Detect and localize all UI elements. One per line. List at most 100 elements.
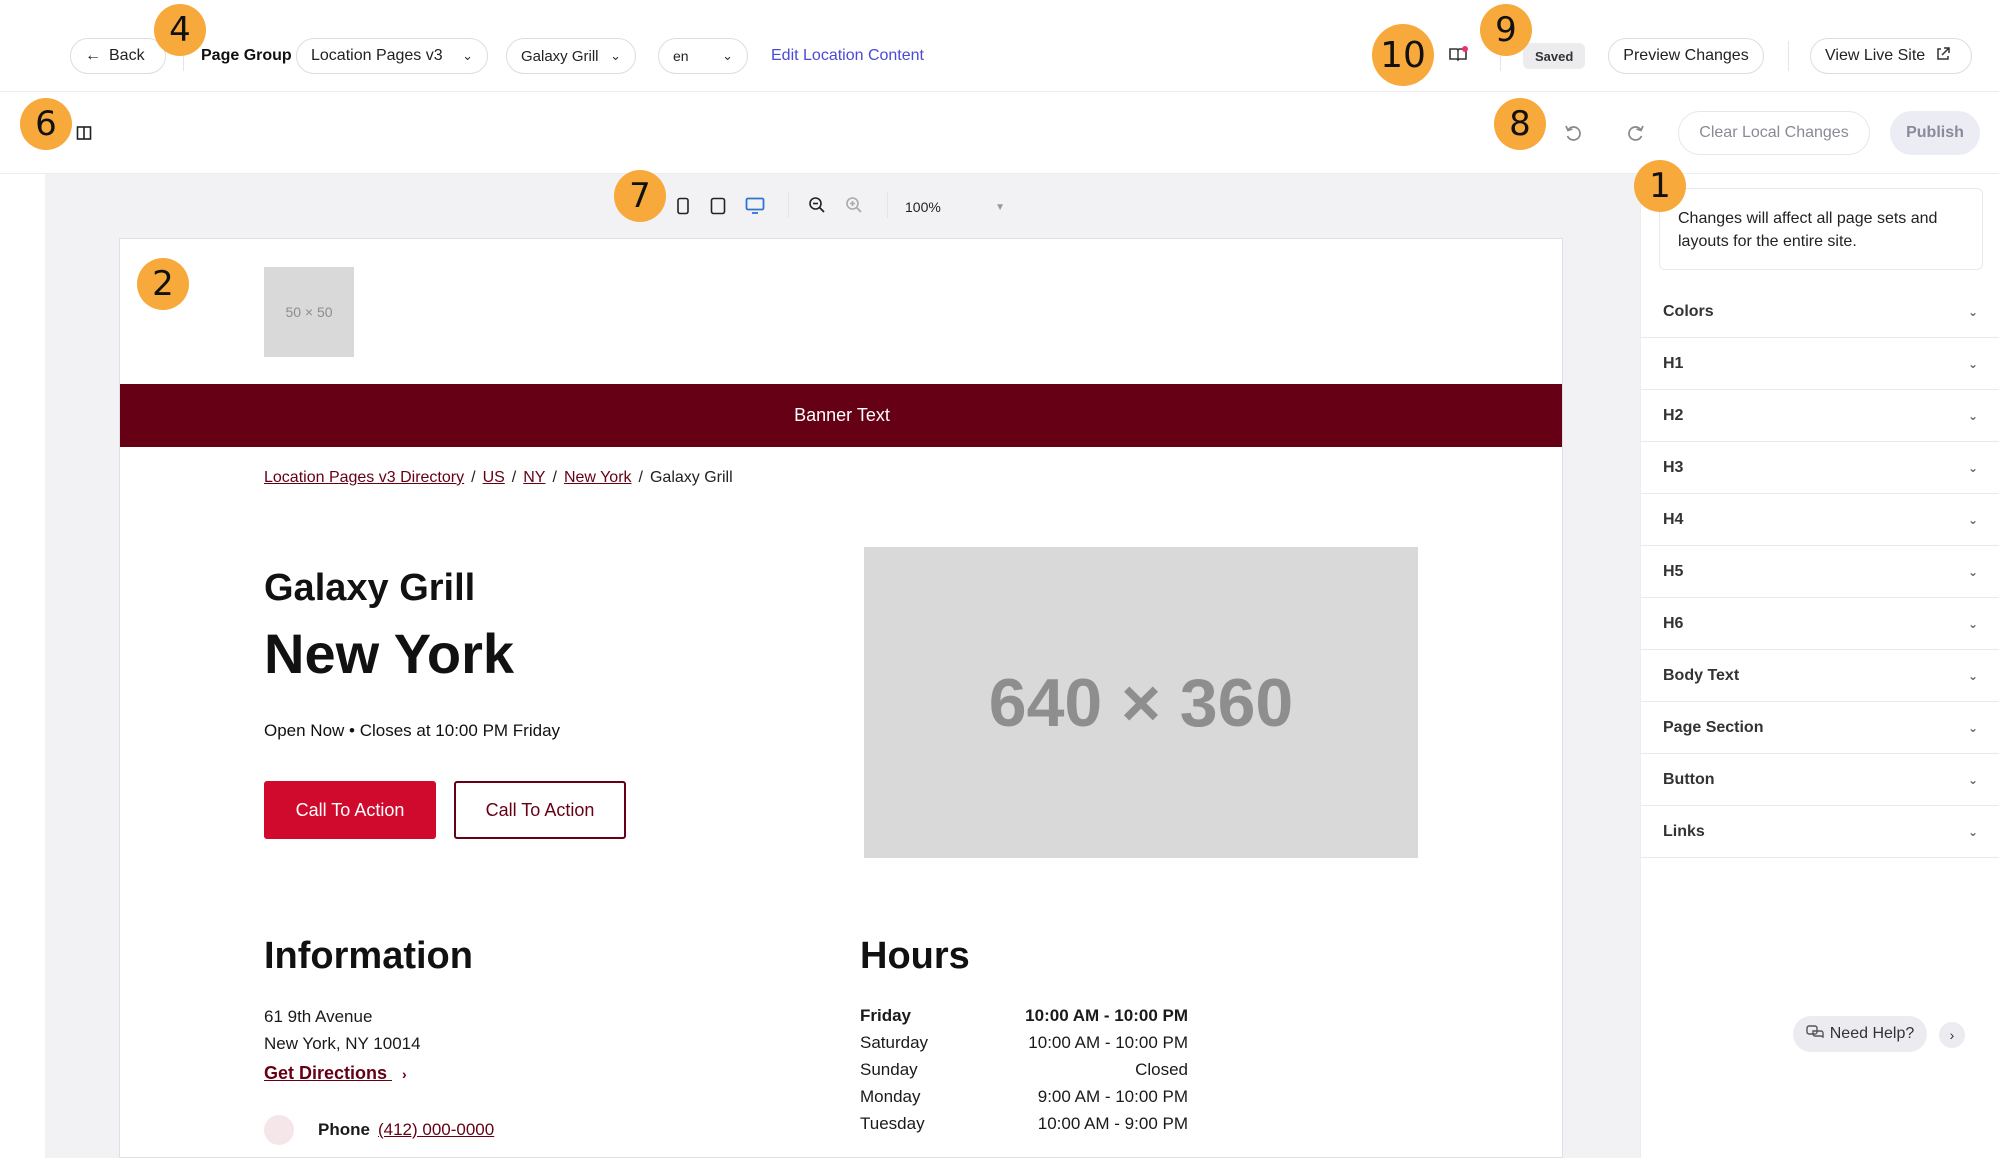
mobile-view-icon[interactable] <box>676 197 690 220</box>
accordion-body-text[interactable]: Body Text ⌄ <box>1641 650 1999 702</box>
canvas-toolbar: 100% ▼ <box>45 174 1640 238</box>
hours-row: Friday 10:00 AM - 10:00 PM <box>860 1006 1188 1033</box>
hours-heading: Hours <box>860 935 970 977</box>
sidebar-toggle-icon[interactable] <box>76 125 92 141</box>
accordion-h6[interactable]: H6 ⌄ <box>1641 598 1999 650</box>
zoom-out-icon[interactable] <box>808 196 826 219</box>
chevron-down-icon: ⌄ <box>1967 772 1978 787</box>
marker-6: 6 <box>20 98 72 150</box>
clear-local-changes-button[interactable]: Clear Local Changes <box>1678 111 1870 155</box>
city-heading: New York <box>264 622 515 685</box>
arrow-left-icon: ← <box>85 47 101 64</box>
address-line-1: 61 9th Avenue <box>264 1007 373 1026</box>
chevron-down-icon: ⌄ <box>1967 356 1978 371</box>
accordion-links[interactable]: Links ⌄ <box>1641 806 1999 858</box>
breadcrumb-separator: / <box>552 469 557 486</box>
hours-row: Tuesday 10:00 AM - 9:00 PM <box>860 1114 1188 1141</box>
page-group-value: Location Pages v3 <box>311 47 443 64</box>
cta-primary-button[interactable]: Call To Action <box>264 781 436 839</box>
accordion-label: Page Section <box>1663 718 1764 736</box>
hours-time: 10:00 AM - 10:00 PM <box>1025 1006 1188 1025</box>
accordion-colors[interactable]: Colors ⌄ <box>1641 286 1999 338</box>
marker-4: 4 <box>154 4 206 56</box>
divider <box>887 192 888 218</box>
hours-day: Saturday <box>860 1033 929 1052</box>
accordion-h4[interactable]: H4 ⌄ <box>1641 494 1999 546</box>
book-icon[interactable] <box>1448 46 1468 62</box>
edit-location-content-link[interactable]: Edit Location Content <box>771 47 924 65</box>
accordion-label: H1 <box>1663 354 1684 372</box>
hero-image-placeholder: 640 × 360 <box>864 547 1418 858</box>
view-live-site-button[interactable]: View Live Site <box>1810 38 1972 74</box>
hours-time: 10:00 AM - 10:00 PM <box>1028 1033 1188 1052</box>
marker-7: 7 <box>614 170 666 222</box>
information-heading: Information <box>264 935 473 977</box>
accordion-page-section[interactable]: Page Section ⌄ <box>1641 702 1999 754</box>
breadcrumb-current: Galaxy Grill <box>649 469 733 486</box>
chevron-down-icon: ⌄ <box>462 48 473 63</box>
breadcrumb-link-us[interactable]: US <box>483 469 505 486</box>
caret-down-icon: ▼ <box>995 201 1005 213</box>
accordion-h5[interactable]: H5 ⌄ <box>1641 546 1999 598</box>
chevron-right-icon[interactable]: › <box>1939 1022 1965 1048</box>
accordion-label: Body Text <box>1663 666 1740 684</box>
breadcrumb: Location Pages v3 Directory / US / NY / New Yo… <box>264 469 733 487</box>
locale-select[interactable]: en ⌄ <box>658 38 748 74</box>
zoom-value: 100% <box>905 199 941 215</box>
marker-10: 10 <box>1372 24 1434 86</box>
chevron-right-icon: › <box>402 1066 407 1082</box>
breadcrumb-link-directory[interactable]: Location Pages v3 Directory <box>264 469 464 486</box>
phone-icon <box>264 1115 294 1145</box>
hours-time: Closed <box>1135 1060 1188 1079</box>
accordion-label: Colors <box>1663 302 1714 320</box>
cta-secondary-button[interactable]: Call To Action <box>454 781 626 839</box>
page-group-select[interactable]: Location Pages v3 ⌄ <box>296 38 488 74</box>
desktop-view-icon[interactable] <box>745 197 765 220</box>
preview-changes-button[interactable]: Preview Changes <box>1608 38 1764 74</box>
accordion-label: H4 <box>1663 510 1684 528</box>
phone-row: Phone (412) 000-0000 <box>264 1115 494 1145</box>
back-label: Back <box>109 47 145 64</box>
open-status: Open Now • Closes at 10:00 PM Friday <box>264 721 561 740</box>
accordion-label: Button <box>1663 770 1715 788</box>
get-directions-link[interactable]: Get Directions › <box>264 1063 407 1084</box>
zoom-in-icon[interactable] <box>845 196 863 219</box>
need-help-button[interactable]: Need Help? <box>1793 1016 1927 1052</box>
breadcrumb-separator: / <box>471 469 476 486</box>
zoom-select[interactable]: 100% ▼ <box>905 196 1005 218</box>
divider <box>1788 41 1789 71</box>
accordion-button[interactable]: Button ⌄ <box>1641 754 1999 806</box>
accordion-label: Links <box>1663 822 1705 840</box>
breadcrumb-link-new-york[interactable]: New York <box>564 469 632 486</box>
back-button[interactable]: ← Back <box>70 38 166 74</box>
hours-day: Sunday <box>860 1060 918 1079</box>
breadcrumb-link-ny[interactable]: NY <box>523 469 545 486</box>
hours-time: 10:00 AM - 9:00 PM <box>1037 1114 1188 1133</box>
accordion-h2[interactable]: H2 ⌄ <box>1641 390 1999 442</box>
divider <box>788 192 789 218</box>
location-select[interactable]: Galaxy Grill ⌄ <box>506 38 636 74</box>
accordion-label: H6 <box>1663 614 1684 632</box>
editor-toolbar: Clear Local Changes Publish <box>0 92 1999 174</box>
canvas-area: 100% ▼ 50 × 50 Banner Text Location Page… <box>45 174 1640 1158</box>
hours-time: 9:00 AM - 10:00 PM <box>1037 1087 1188 1106</box>
phone-link[interactable]: (412) 000-0000 <box>378 1120 494 1140</box>
publish-button[interactable]: Publish <box>1890 111 1980 155</box>
hours-day: Friday <box>860 1006 912 1025</box>
need-help-label: Need Help? <box>1829 1025 1915 1042</box>
undo-icon[interactable] <box>1563 123 1583 143</box>
hours-row: Saturday 10:00 AM - 10:00 PM <box>860 1033 1188 1060</box>
chevron-down-icon: ⌄ <box>1967 512 1978 527</box>
saved-badge: Saved <box>1523 43 1586 69</box>
locale-value: en <box>673 48 689 64</box>
external-link-icon <box>1935 46 1951 67</box>
hours-row: Monday 9:00 AM - 10:00 PM <box>860 1087 1188 1114</box>
accordion-h1[interactable]: H1 ⌄ <box>1641 338 1999 390</box>
view-live-site-label: View Live Site <box>1825 47 1926 64</box>
redo-icon[interactable] <box>1626 123 1646 143</box>
tablet-view-icon[interactable] <box>710 197 726 220</box>
chevron-down-icon: ⌄ <box>1967 460 1978 475</box>
accordion-h3[interactable]: H3 ⌄ <box>1641 442 1999 494</box>
logo-placeholder: 50 × 50 <box>264 267 354 357</box>
chevron-down-icon: ⌄ <box>1967 304 1978 319</box>
